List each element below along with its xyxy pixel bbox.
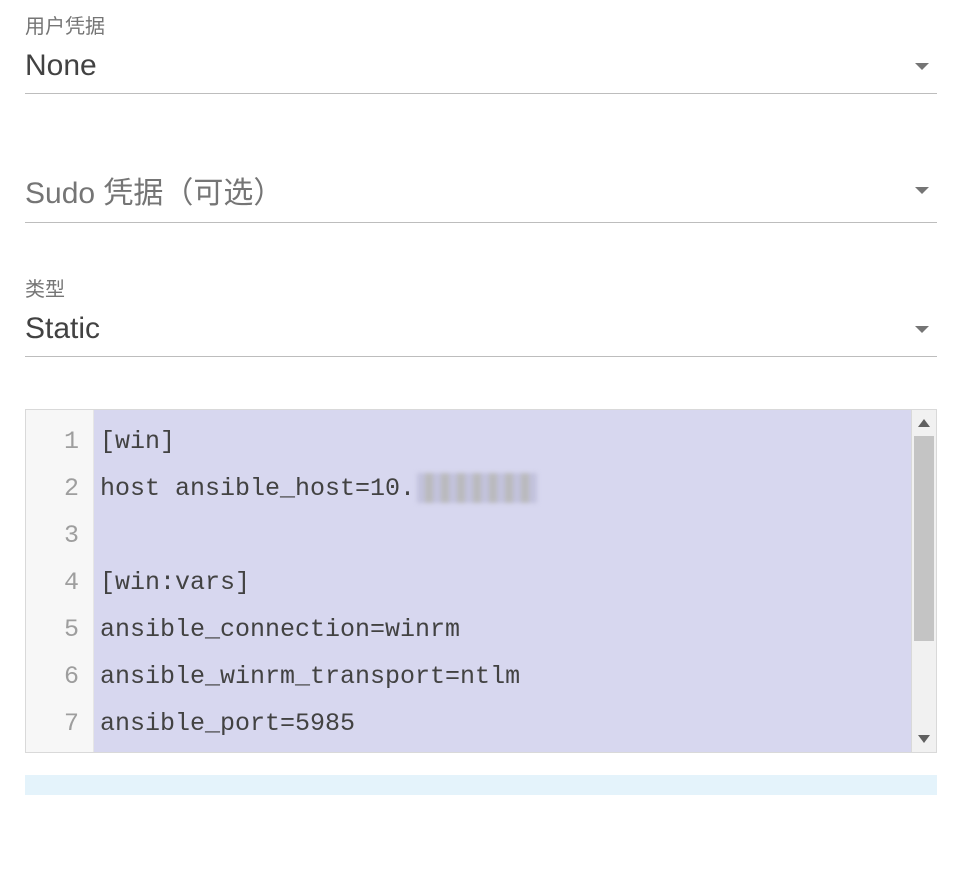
line-number: 6 xyxy=(26,653,93,700)
code-editor[interactable]: 1234567 [win]host ansible_host=10. [win:v… xyxy=(25,409,937,753)
scrollbar-down-button[interactable] xyxy=(912,726,936,752)
editor-scrollbar[interactable] xyxy=(911,410,937,752)
code-line[interactable] xyxy=(94,512,911,559)
type-field: 类型 Static xyxy=(25,273,937,357)
line-number: 4 xyxy=(26,559,93,606)
user-credentials-field: 用户凭据 None xyxy=(25,10,937,94)
editor-content[interactable]: [win]host ansible_host=10.[win:vars]ansi… xyxy=(94,410,911,752)
code-line[interactable]: ansible_winrm_transport=ntlm xyxy=(94,653,911,700)
scrollbar-up-button[interactable] xyxy=(912,410,936,436)
type-select[interactable]: Static xyxy=(25,308,937,357)
line-number: 1 xyxy=(26,418,93,465)
chevron-down-icon xyxy=(915,63,929,70)
code-line[interactable]: [win:vars] xyxy=(94,559,911,606)
info-panel xyxy=(25,775,937,795)
scrollbar-thumb[interactable] xyxy=(914,436,934,641)
line-number: 7 xyxy=(26,700,93,747)
line-number: 2 xyxy=(26,465,93,512)
user-credentials-label: 用户凭据 xyxy=(25,10,937,39)
code-line[interactable]: ansible_connection=winrm xyxy=(94,606,911,653)
line-number: 3 xyxy=(26,512,93,559)
sudo-credentials-select[interactable]: Sudo 凭据（可选） xyxy=(25,164,937,223)
type-value: Static xyxy=(25,312,100,346)
line-number: 5 xyxy=(26,606,93,653)
code-line[interactable]: host ansible_host=10. xyxy=(94,465,911,512)
arrow-up-icon xyxy=(918,419,930,427)
editor-gutter: 1234567 xyxy=(26,410,94,752)
scrollbar-track[interactable] xyxy=(912,436,936,726)
user-credentials-select[interactable]: None xyxy=(25,45,937,94)
chevron-down-icon xyxy=(915,187,929,194)
type-label: 类型 xyxy=(25,273,937,302)
chevron-down-icon xyxy=(915,326,929,333)
user-credentials-value: None xyxy=(25,49,97,83)
code-line[interactable]: ansible_port=5985 xyxy=(94,700,911,747)
sudo-credentials-field: Sudo 凭据（可选） xyxy=(25,164,937,223)
redacted-segment xyxy=(417,473,537,503)
sudo-credentials-placeholder: Sudo 凭据（可选） xyxy=(25,168,283,212)
arrow-down-icon xyxy=(918,735,930,743)
code-line[interactable]: [win] xyxy=(94,418,911,465)
